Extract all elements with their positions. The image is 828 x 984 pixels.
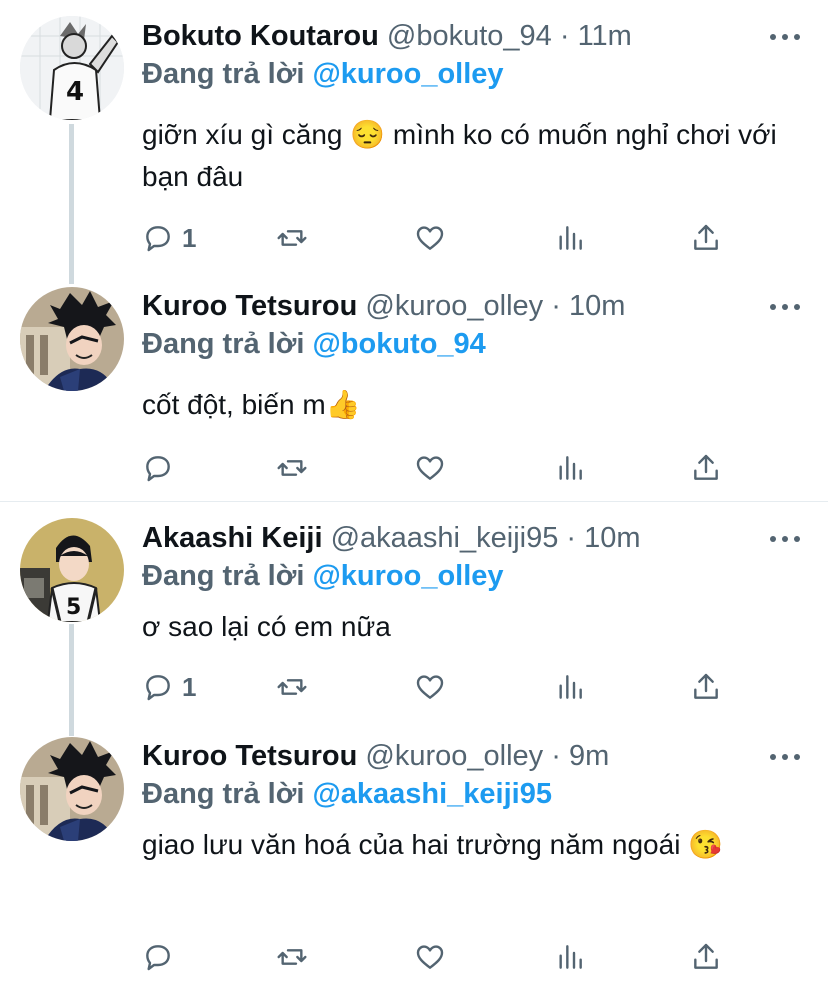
thread-line	[69, 124, 74, 284]
tweet-actions: 1	[142, 667, 742, 707]
tweet-text: giỡn xíu gì căng 😔 mình ko có muốn nghỉ …	[142, 119, 777, 192]
analytics-icon	[559, 675, 582, 699]
tweet-actions	[142, 937, 742, 977]
tweet-text: cốt đột, biến m👍	[142, 389, 361, 420]
timestamp[interactable]: 11m	[578, 20, 632, 52]
replying-to: Đang trả lời @bokuto_94	[142, 326, 486, 362]
reply-count: 1	[182, 671, 197, 702]
reply-button[interactable]: 1	[142, 667, 196, 707]
display-name[interactable]: Akaashi Keiji	[142, 522, 323, 554]
share-button[interactable]	[690, 667, 722, 707]
reply-icon	[146, 945, 170, 971]
replying-to-label: Đang trả lời	[142, 328, 305, 360]
timestamp[interactable]: 10m	[584, 522, 640, 554]
reply-button[interactable]	[142, 448, 182, 488]
like-button[interactable]	[414, 667, 446, 707]
more-options-icon[interactable]	[770, 742, 800, 772]
display-name[interactable]: Kuroo Tetsurou	[142, 290, 357, 322]
share-button[interactable]	[690, 937, 722, 977]
share-icon	[694, 224, 718, 250]
replying-to-label: Đang trả lời	[142, 58, 305, 90]
reply-count: 1	[182, 222, 197, 253]
reply-mention-link[interactable]: @kuroo_olley	[312, 560, 503, 592]
retweet-button[interactable]	[276, 937, 308, 977]
heart-icon	[416, 675, 444, 699]
analytics-button[interactable]	[554, 667, 586, 707]
reply-mention-link[interactable]: @bokuto_94	[312, 328, 485, 360]
analytics-icon	[559, 456, 582, 480]
retweet-button[interactable]	[276, 448, 308, 488]
retweet-icon	[277, 460, 307, 476]
replying-to-label: Đang trả lời	[142, 560, 305, 592]
analytics-icon	[559, 945, 582, 969]
heart-icon	[416, 226, 444, 250]
svg-text:4: 4	[66, 77, 84, 107]
share-icon	[694, 673, 718, 699]
thread-line	[69, 624, 74, 736]
avatar[interactable]: 5	[20, 518, 124, 622]
tweet-actions: 1	[142, 218, 742, 258]
analytics-button[interactable]	[554, 937, 586, 977]
tweet-header: Bokuto Koutarou @bokuto_94 · 11m	[142, 18, 632, 54]
like-button[interactable]	[414, 218, 446, 258]
replying-to: Đang trả lời @akaashi_keiji95	[142, 776, 552, 812]
share-icon	[694, 454, 718, 480]
separator: ·	[559, 20, 570, 52]
separator: ·	[551, 740, 561, 772]
heart-icon	[416, 456, 444, 480]
reply-button[interactable]	[142, 937, 182, 977]
separator: ·	[566, 522, 577, 554]
avatar[interactable]	[20, 737, 124, 841]
analytics-button[interactable]	[554, 448, 586, 488]
replying-to: Đang trả lời @kuroo_olley	[142, 56, 504, 92]
share-button[interactable]	[690, 448, 722, 488]
svg-text:5: 5	[66, 595, 81, 620]
more-options-icon[interactable]	[770, 292, 800, 322]
reply-icon	[146, 226, 170, 252]
thread-divider	[0, 501, 828, 502]
tweet-header: Akaashi Keiji @akaashi_keiji95 · 10m	[142, 520, 641, 556]
share-button[interactable]	[690, 218, 722, 258]
tweet-text: giao lưu văn hoá của hai trường năm ngoá…	[142, 829, 724, 860]
display-name[interactable]: Bokuto Koutarou	[142, 20, 379, 52]
user-handle[interactable]: @bokuto_94	[387, 20, 552, 52]
reply-icon	[146, 456, 170, 482]
user-handle[interactable]: @kuroo_olley	[365, 290, 543, 322]
replying-to: Đang trả lời @kuroo_olley	[142, 558, 504, 594]
reply-mention-link[interactable]: @kuroo_olley	[312, 58, 503, 90]
tweet-actions	[142, 448, 742, 488]
analytics-icon	[559, 226, 582, 250]
timestamp[interactable]: 9m	[569, 740, 609, 772]
separator: ·	[551, 290, 561, 322]
like-button[interactable]	[414, 448, 446, 488]
more-options-icon[interactable]	[770, 22, 800, 52]
user-handle[interactable]: @akaashi_keiji95	[331, 522, 559, 554]
more-options-icon[interactable]	[770, 524, 800, 554]
tweet-header: Kuroo Tetsurou @kuroo_olley · 9m	[142, 738, 609, 774]
retweet-button[interactable]	[276, 667, 308, 707]
analytics-button[interactable]	[554, 218, 586, 258]
reply-mention-link[interactable]: @akaashi_keiji95	[312, 778, 552, 810]
avatar[interactable]: 4	[20, 16, 124, 120]
retweet-icon	[277, 230, 307, 246]
like-button[interactable]	[414, 937, 446, 977]
display-name[interactable]: Kuroo Tetsurou	[142, 740, 357, 772]
user-handle[interactable]: @kuroo_olley	[365, 740, 543, 772]
share-icon	[694, 943, 718, 969]
reply-icon	[146, 675, 170, 701]
avatar[interactable]	[20, 287, 124, 391]
timestamp[interactable]: 10m	[569, 290, 625, 322]
replying-to-label: Đang trả lời	[142, 778, 305, 810]
reply-button[interactable]: 1	[142, 218, 196, 258]
retweet-icon	[277, 949, 307, 965]
heart-icon	[416, 945, 444, 969]
retweet-button[interactable]	[276, 218, 308, 258]
tweet-text: ơ sao lại có em nữa	[142, 611, 391, 642]
tweet-header: Kuroo Tetsurou @kuroo_olley · 10m	[142, 288, 625, 324]
retweet-icon	[277, 679, 307, 695]
